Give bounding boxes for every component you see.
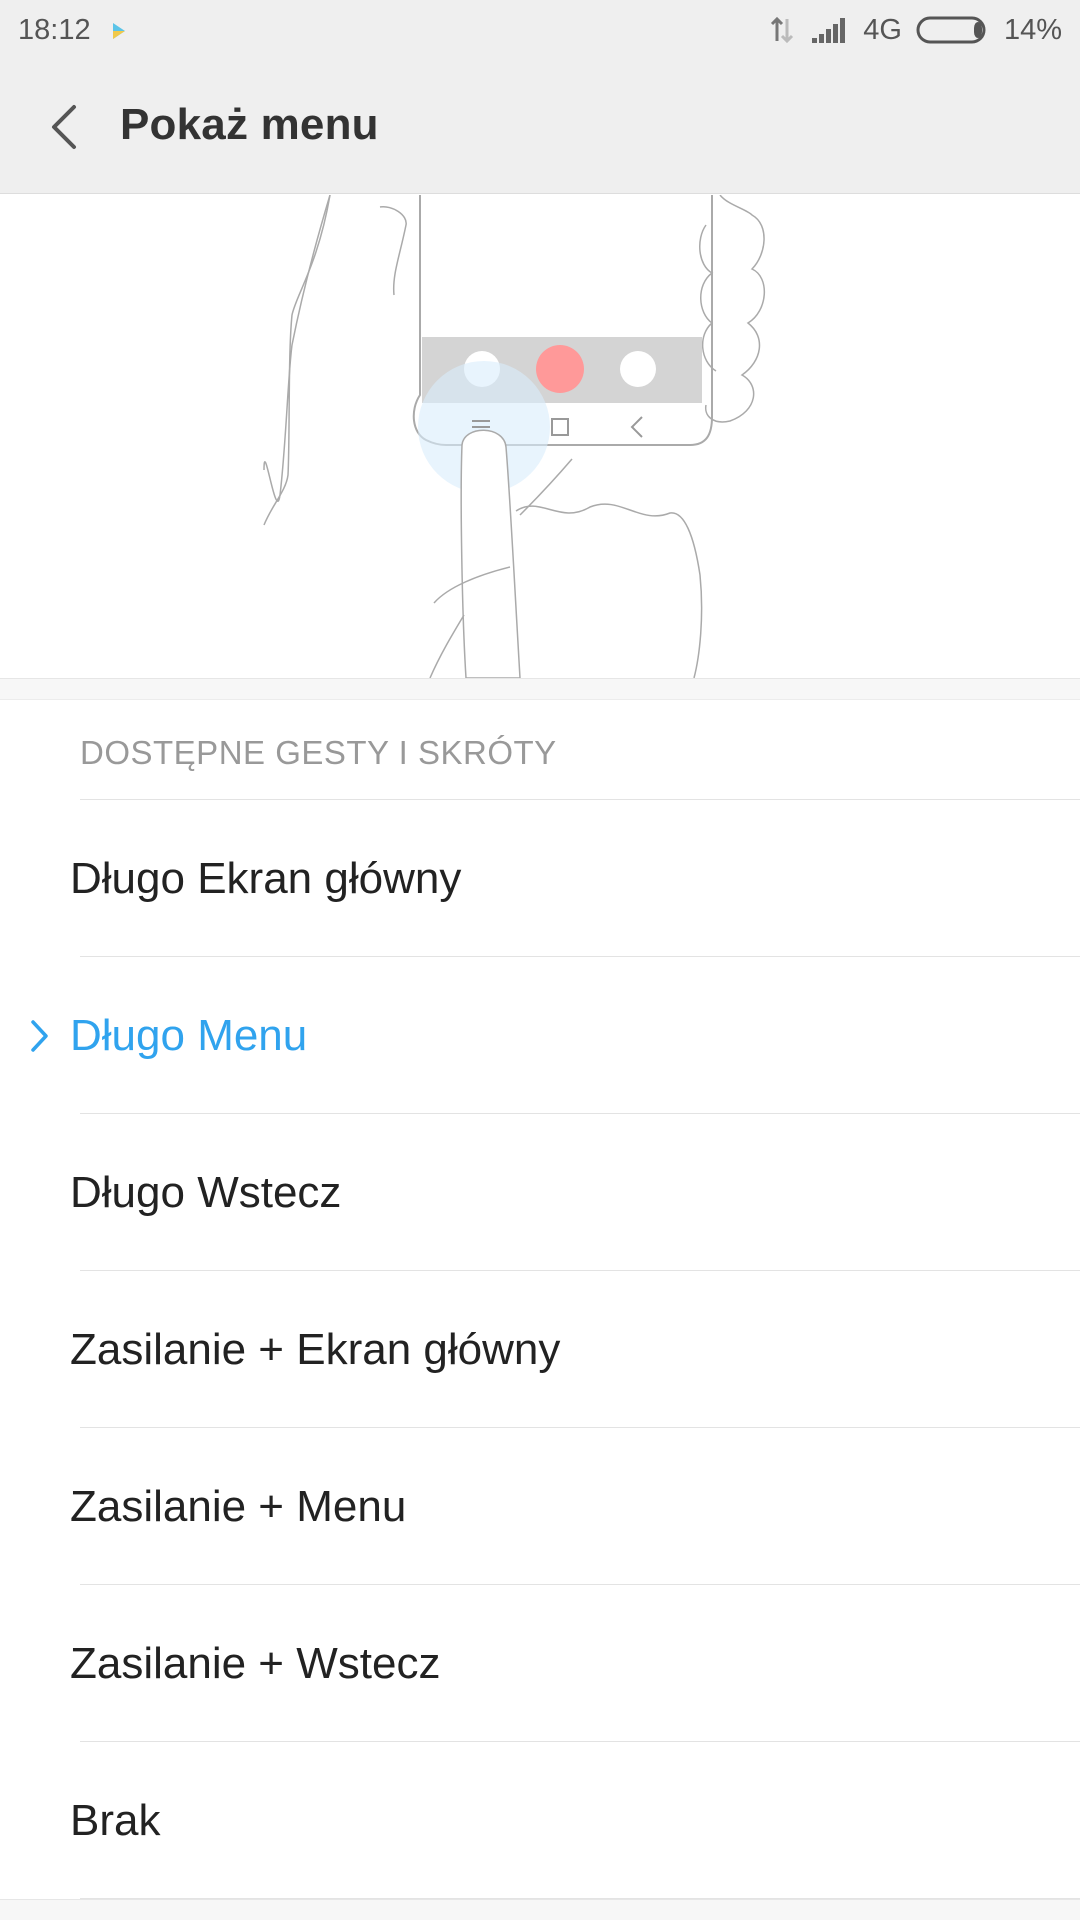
option-label: Zasilanie + Ekran główny (70, 1324, 561, 1374)
option-item[interactable]: Zasilanie + Wstecz (0, 1585, 1080, 1742)
network-type: 4G (863, 13, 902, 46)
play-notification-icon (107, 18, 131, 42)
section-header: DOSTĘPNE GESTY I SKRÓTY (0, 700, 1080, 800)
title-bar: Pokaż menu (0, 60, 1080, 194)
page-title: Pokaż menu (120, 100, 379, 149)
signal-icon (811, 16, 849, 44)
status-time: 18:12 (18, 13, 91, 46)
battery-icon (916, 15, 990, 45)
battery-percent: 14% (1003, 13, 1062, 46)
option-item[interactable]: Długo Menu (0, 957, 1080, 1114)
option-item[interactable]: Długo Ekran główny (0, 800, 1080, 957)
back-button[interactable] (38, 95, 88, 159)
screen: 18:12 4G 14% Pokaż menu DOSTĘPNE GESTY I… (0, 0, 1080, 1920)
option-label: Długo Menu (70, 1010, 308, 1060)
chevron-right-icon (31, 1019, 48, 1052)
option-label: Zasilanie + Wstecz (70, 1638, 441, 1688)
bottom-gap (0, 1899, 1080, 1920)
section-gap (0, 678, 1080, 700)
chevron-left-icon (52, 105, 76, 149)
option-label: Długo Ekran główny (70, 853, 462, 903)
status-right: 4G 14% (767, 14, 1062, 47)
option-label: Brak (70, 1795, 161, 1845)
option-item[interactable]: Długo Wstecz (0, 1114, 1080, 1271)
section-header-label: DOSTĘPNE GESTY I SKRÓTY (80, 734, 557, 771)
data-transfer-icon (767, 15, 797, 45)
option-item[interactable]: Brak (0, 1742, 1080, 1899)
status-bar: 18:12 4G 14% (0, 0, 1080, 60)
options-list: Długo Ekran główny Długo Menu Długo Wste… (0, 800, 1080, 1899)
option-label: Zasilanie + Menu (70, 1481, 407, 1531)
phone-menu-gesture-illustration (263, 195, 766, 678)
option-item[interactable]: Zasilanie + Ekran główny (0, 1271, 1080, 1428)
gesture-illustration (0, 195, 1080, 678)
option-label: Długo Wstecz (70, 1167, 342, 1217)
status-left: 18:12 (18, 14, 131, 47)
option-item[interactable]: Zasilanie + Menu (0, 1428, 1080, 1585)
